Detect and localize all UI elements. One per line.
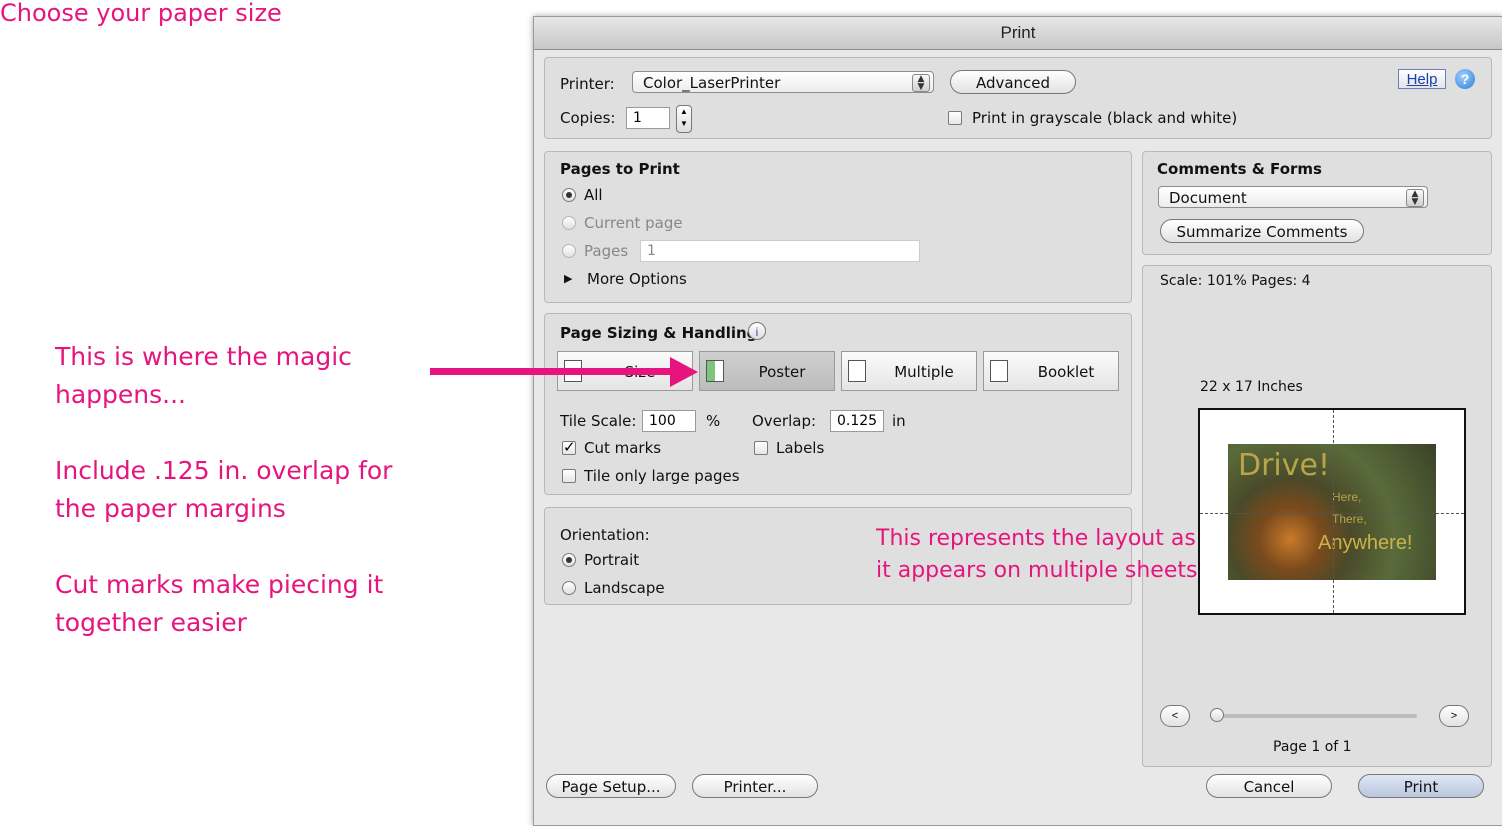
tile-scale-label: Tile Scale: — [560, 412, 637, 430]
printer-label: Printer: — [560, 75, 615, 93]
dialog-title: Print — [534, 17, 1502, 50]
print-dialog: Print Printer: Color_LaserPrinter ▲ ▼ Adv… — [533, 16, 1502, 826]
next-page-button[interactable]: > — [1439, 705, 1469, 727]
page-slider-track[interactable] — [1217, 714, 1417, 718]
all-label: All — [584, 186, 603, 204]
annotation-cut-line1: Cut marks make piecing it — [55, 570, 384, 599]
annotation-layout: This represents the layout as it appears… — [876, 523, 1197, 587]
tile-large-label: Tile only large pages — [584, 467, 740, 485]
multiple-button-label: Multiple — [894, 363, 954, 381]
preview-size-text: 22 x 17 Inches — [1200, 379, 1303, 395]
tile-large-checkbox[interactable] — [562, 469, 576, 483]
grayscale-checkbox[interactable] — [948, 111, 962, 125]
pages-to-print-heading: Pages to Print — [560, 160, 680, 178]
preview-image-there: There, — [1332, 512, 1367, 526]
annotation-paper-size: Choose your paper size — [0, 0, 282, 27]
landscape-label: Landscape — [584, 579, 665, 597]
portrait-label: Portrait — [584, 551, 640, 569]
labels-checkbox[interactable] — [754, 441, 768, 455]
copies-label: Copies: — [560, 109, 616, 127]
landscape-radio[interactable] — [562, 581, 576, 595]
pages-radio[interactable] — [562, 244, 576, 258]
page-counter: Page 1 of 1 — [1273, 739, 1352, 755]
annotation-magic: This is where the magic happens... — [55, 338, 352, 414]
more-options-label[interactable]: More Options — [587, 270, 687, 288]
more-options-triangle-icon[interactable]: ▶ — [564, 272, 572, 285]
preview-box: Drive! Here, There, Anywhere! — [1198, 408, 1466, 615]
printer-select-value: Color_LaserPrinter — [643, 74, 781, 92]
cancel-button[interactable]: Cancel — [1206, 774, 1332, 798]
annotation-magic-line2: happens... — [55, 380, 186, 409]
annotation-layout-line1: This represents the layout as — [876, 526, 1196, 551]
overlap-unit: in — [892, 412, 906, 430]
annotation-cut-line2: together easier — [55, 608, 247, 637]
pages-label: Pages — [584, 242, 629, 260]
copies-field[interactable]: 1 — [626, 107, 670, 129]
overlap-label: Overlap: — [752, 412, 817, 430]
select-arrows-icon: ▲ ▼ — [912, 74, 930, 92]
comments-select-value: Document — [1169, 189, 1247, 207]
print-button[interactable]: Print — [1358, 774, 1484, 798]
printer-button[interactable]: Printer... — [692, 774, 818, 798]
preview-scale-text: Scale: 101% Pages: 4 — [1160, 273, 1311, 289]
orientation-heading: Orientation: — [560, 526, 650, 544]
annotation-arrow-line — [430, 368, 680, 375]
cut-marks-label: Cut marks — [584, 439, 662, 457]
page-setup-button[interactable]: Page Setup... — [546, 774, 676, 798]
preview-image: Drive! Here, There, Anywhere! — [1228, 444, 1436, 580]
pages-range-field[interactable]: 1 — [640, 240, 920, 262]
poster-button-label: Poster — [758, 363, 806, 381]
prev-page-button[interactable]: < — [1160, 705, 1190, 727]
portrait-radio[interactable] — [562, 553, 576, 567]
help-button[interactable]: Help — [1398, 69, 1446, 89]
multiple-button[interactable]: Multiple — [841, 351, 977, 391]
annotation-magic-line1: This is where the magic — [55, 342, 352, 371]
annotation-cut-marks: Cut marks make piecing it together easie… — [55, 566, 383, 642]
advanced-button[interactable]: Advanced — [950, 70, 1076, 94]
annotation-layout-line2: it appears on multiple sheets — [876, 558, 1198, 583]
cut-marks-checkbox[interactable]: ✓ — [562, 440, 576, 455]
preview-horizontal-divider — [1200, 513, 1464, 514]
current-page-radio[interactable] — [562, 216, 576, 230]
annotation-overlap-line2: the paper margins — [55, 494, 286, 523]
poster-button[interactable]: Poster — [699, 351, 835, 391]
annotation-arrow-head — [670, 357, 698, 387]
tile-scale-percent: % — [706, 412, 721, 430]
printer-select[interactable]: Color_LaserPrinter ▲ ▼ — [632, 71, 934, 93]
tile-scale-field[interactable]: 100 — [642, 410, 696, 432]
preview-image-here: Here, — [1332, 490, 1362, 504]
preview-vertical-divider — [1333, 410, 1334, 613]
all-radio[interactable] — [562, 188, 576, 202]
summarize-comments-button[interactable]: Summarize Comments — [1160, 219, 1364, 243]
page-slider-knob[interactable] — [1210, 708, 1224, 722]
help-question-icon[interactable]: ? — [1455, 69, 1475, 89]
page-sizing-heading: Page Sizing & Handling — [560, 324, 758, 342]
labels-label: Labels — [776, 439, 825, 457]
annotation-overlap-line1: Include .125 in. overlap for — [55, 456, 393, 485]
preview-image-title: Drive! — [1238, 448, 1331, 483]
comments-heading: Comments & Forms — [1157, 160, 1322, 178]
comments-select-arrows-icon: ▲ ▼ — [1406, 189, 1424, 207]
info-icon[interactable]: i — [748, 322, 766, 340]
booklet-button-label: Booklet — [1037, 363, 1095, 381]
overlap-field[interactable]: 0.125 — [830, 410, 884, 432]
grayscale-label: Print in grayscale (black and white) — [972, 109, 1238, 127]
booklet-button[interactable]: Booklet — [983, 351, 1119, 391]
comments-select[interactable]: Document ▲ ▼ — [1158, 186, 1428, 208]
current-page-label: Current page — [584, 214, 683, 232]
copies-stepper[interactable]: ▲ ▼ — [676, 105, 692, 133]
annotation-overlap: Include .125 in. overlap for the paper m… — [55, 452, 392, 528]
